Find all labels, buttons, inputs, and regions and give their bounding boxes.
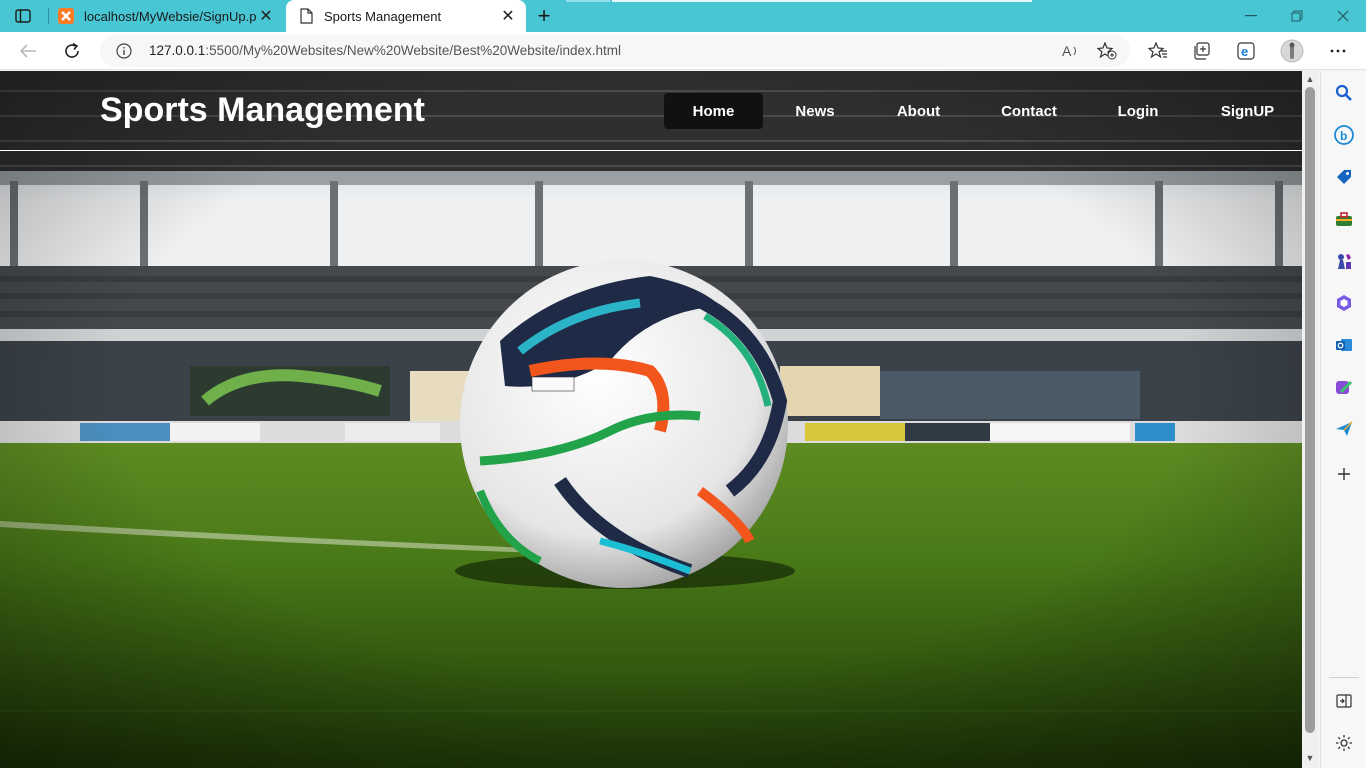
svg-text:b: b [1340, 129, 1347, 143]
add-favorite-icon[interactable] [1094, 39, 1120, 63]
tab-title: localhost/MyWebsie/SignUp.php [84, 8, 256, 24]
back-icon[interactable] [15, 39, 41, 63]
nav-about[interactable]: About [881, 93, 956, 129]
nav-signup[interactable]: SignUP [1205, 93, 1290, 129]
designer-icon[interactable] [1332, 375, 1356, 399]
close-tab-icon[interactable]: ✕ [256, 6, 276, 26]
tab-title: Sports Management [324, 8, 442, 24]
shopping-tag-icon[interactable] [1332, 165, 1356, 189]
add-icon[interactable] [1332, 462, 1356, 486]
url-path: :5500/My%20Websites/New%20Website/Best%2… [205, 43, 622, 58]
tab-separator [48, 8, 49, 24]
settings-icon[interactable] [1332, 731, 1356, 755]
edge-icon[interactable]: e [1233, 39, 1259, 63]
tab-signup[interactable]: localhost/MyWebsie/SignUp.php ✕ [48, 0, 284, 32]
address-bar[interactable]: 127.0.0.1:5500/My%20Websites/New%20Websi… [100, 35, 1130, 67]
url-text[interactable]: 127.0.0.1:5500/My%20Websites/New%20Websi… [149, 43, 621, 58]
profile-avatar[interactable] [1279, 39, 1305, 63]
minimize-icon[interactable] [1228, 0, 1274, 32]
split-screen-icon[interactable] [1332, 689, 1356, 713]
search-icon[interactable] [1332, 81, 1356, 105]
site-logo[interactable]: Sports Management [100, 91, 425, 130]
edge-sidebar: b [1320, 71, 1366, 768]
bing-icon[interactable]: b [1332, 123, 1356, 147]
favorites-icon[interactable] [1145, 39, 1171, 63]
browser-toolbar: 127.0.0.1:5500/My%20Websites/New%20Websi… [0, 32, 1366, 70]
scrollbar-thumb[interactable] [1305, 87, 1315, 733]
nav-login[interactable]: Login [1103, 93, 1173, 129]
nav-news[interactable]: News [781, 93, 849, 129]
tab-sports-management[interactable]: Sports Management ✕ [286, 0, 526, 32]
tab-strip-highlight [612, 0, 1032, 2]
close-window-icon[interactable] [1320, 0, 1366, 32]
site-info-icon[interactable] [116, 43, 132, 59]
outlook-icon[interactable] [1332, 333, 1356, 357]
refresh-icon[interactable] [59, 39, 85, 63]
tab-strip-highlight [566, 0, 610, 2]
site-header: Sports Management Home News About Contac… [0, 71, 1302, 151]
page-viewport: Sports Management Home News About Contac… [0, 71, 1302, 768]
restore-icon[interactable] [1274, 0, 1320, 32]
svg-text:A: A [1062, 43, 1072, 59]
scroll-down-icon[interactable]: ▼ [1302, 751, 1318, 765]
tools-icon[interactable] [1332, 207, 1356, 231]
page-favicon-icon [298, 8, 314, 24]
scroll-up-icon[interactable]: ▲ [1302, 72, 1318, 86]
nav-contact[interactable]: Contact [986, 93, 1072, 129]
svg-text:e: e [1241, 44, 1248, 59]
xampp-favicon-icon [58, 8, 74, 24]
settings-and-more-icon[interactable] [1325, 39, 1351, 63]
tab-actions-icon[interactable] [14, 8, 32, 24]
m365-icon[interactable] [1332, 291, 1356, 315]
read-aloud-icon[interactable]: A [1058, 39, 1084, 63]
new-tab-icon[interactable]: + [534, 5, 554, 27]
send-icon[interactable] [1332, 417, 1356, 441]
collections-icon[interactable] [1189, 39, 1215, 63]
page-scrollbar[interactable]: ▲ ▼ [1302, 71, 1318, 768]
games-icon[interactable] [1332, 249, 1356, 273]
close-tab-icon[interactable]: ✕ [498, 6, 518, 26]
hero-background-image [0, 71, 1302, 768]
tab-bar: localhost/MyWebsie/SignUp.php ✕ Sports M… [0, 0, 1366, 32]
url-host: 127.0.0.1 [149, 43, 206, 58]
nav-home[interactable]: Home [664, 93, 763, 129]
sidebar-divider [1329, 677, 1359, 678]
